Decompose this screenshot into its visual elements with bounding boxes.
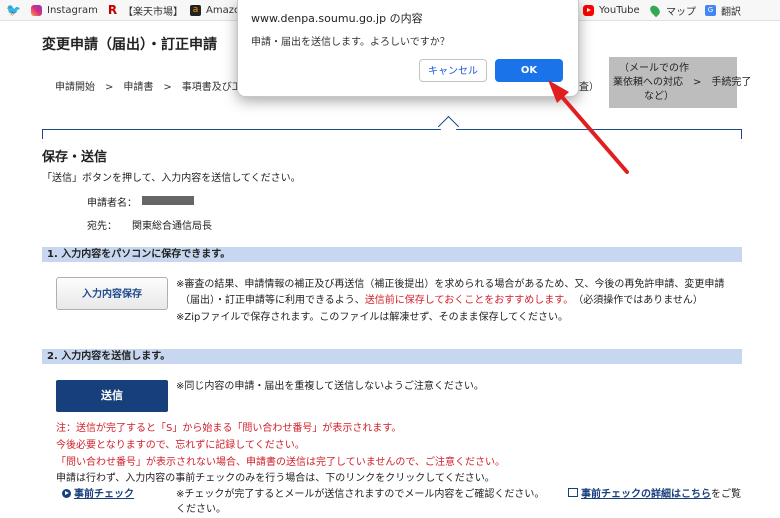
panel-border xyxy=(741,129,742,139)
section-title: 保存・送信 xyxy=(42,150,108,165)
send-section-header: 2. 入力内容を送信します。 xyxy=(42,349,742,364)
bookmark-label: YouTube xyxy=(599,4,640,16)
bookmark-label: 翻訳 xyxy=(721,6,741,18)
progress-step-fragment: 査） xyxy=(579,82,599,93)
dialog-ok-button[interactable]: OK xyxy=(495,59,563,82)
arrow-right-icon xyxy=(62,489,71,498)
rakuten-icon: R xyxy=(107,2,118,17)
destination-value: 関東総合通信局長 xyxy=(132,221,212,232)
send-warning: 注：送信が完了すると「S」から始まる「問い合わせ番号」が表示されます。 xyxy=(56,423,402,434)
step-line: （メールでの作 xyxy=(619,63,689,74)
bookmark-label: マップ xyxy=(666,6,696,18)
bookmark-label: 【楽天市場】 xyxy=(123,6,183,18)
save-note-part: （必須操作ではありません） xyxy=(578,295,703,306)
precheck-link-row: 事前チェック xyxy=(62,488,134,502)
bookmark-translate[interactable]: G 翻訳 xyxy=(705,3,741,18)
step-line: など） xyxy=(644,91,674,102)
save-recommendation: 送信前に保存しておくことをおすすめします。 xyxy=(364,295,569,306)
save-note: ※審査の結果、申請情報の補正及び再送信（補正後提出）を求められる場合があるため、… xyxy=(176,279,725,290)
instagram-icon xyxy=(31,4,42,16)
dialog-message: 申請・届出を送信します。よろしいですか？ xyxy=(251,37,450,48)
destination-label: 宛先： xyxy=(87,221,117,232)
save-note: ※Zipファイルで保存されます。このファイルは解凍せず、そのまま保存してください… xyxy=(176,312,569,323)
twitter-icon: 🐦 xyxy=(6,2,21,17)
save-note: （届出）・訂正申請等に利用できるよう、送信前に保存しておくことをおすすめします。… xyxy=(180,294,703,308)
panel-border xyxy=(42,129,43,139)
precheck-link[interactable]: 事前チェック xyxy=(74,489,134,500)
youtube-icon xyxy=(583,4,594,16)
send-button[interactable]: 送信 xyxy=(56,380,168,412)
details-suffix: をご覧 xyxy=(711,489,741,500)
send-note: ※同じ内容の申請・届出を重複して送信しないようご注意ください。 xyxy=(176,381,484,392)
amazon-icon: a xyxy=(190,4,201,16)
translate-icon: G xyxy=(705,4,716,16)
bookmark-youtube[interactable]: YouTube xyxy=(583,3,640,17)
maps-icon xyxy=(648,3,662,17)
step-line: 業依頼への対応 > 手続完了 xyxy=(613,77,752,88)
page-title: 変更申請（届出）・訂正申請 xyxy=(42,37,217,53)
save-section-header: 1. 入力内容をパソコンに保存できます。 xyxy=(42,247,742,262)
bookmark-instagram[interactable]: Instagram xyxy=(31,3,98,17)
applicant-label: 申請者名： xyxy=(87,198,137,209)
bookmark-twitter[interactable]: 🐦 xyxy=(6,3,22,17)
step-pointer-notch xyxy=(437,115,460,138)
precheck-note: ※チェックが完了するとメールが送信されますのでメール内容をご確認ください。 xyxy=(176,489,545,500)
send-warning: 今後必要となりますので、忘れずに記録してください。 xyxy=(56,440,305,451)
bookmark-rakuten[interactable]: R 【楽天市場】 xyxy=(107,2,183,18)
bookmark-label: Instagram xyxy=(47,4,98,16)
dialog-cancel-button[interactable]: キャンセル xyxy=(419,59,487,82)
panel-border xyxy=(42,129,742,130)
dialog-title: www.denpa.soumu.go.jp の内容 xyxy=(251,12,423,25)
details-link-row: 事前チェックの詳細はこちらをご覧 xyxy=(568,488,741,502)
external-window-icon xyxy=(568,488,578,497)
progress-step-current: （メールでの作 業依頼への対応 > 手続完了 など） xyxy=(609,57,751,108)
redacted-applicant-name xyxy=(142,196,194,205)
send-warning: 「問い合わせ番号」が表示されない場合、申請書の送信は完了していませんので、ご注意… xyxy=(56,457,505,468)
section-description: 「送信」ボタンを押して、入力内容を送信してください。 xyxy=(42,173,301,184)
precheck-instruction: 申請は行わず、入力内容の事前チェックのみを行う場合は、下のリンクをクリックしてく… xyxy=(56,473,495,484)
save-input-button[interactable]: 入力内容保存 xyxy=(56,277,168,310)
confirm-dialog: www.denpa.soumu.go.jp の内容 申請・届出を送信します。よろ… xyxy=(237,0,579,97)
progress-steps: 申請開始 > 申請書 > 事項書及び工事 xyxy=(55,82,252,93)
precheck-note-cont: ください。 xyxy=(176,504,226,515)
save-note-part: （届出）・訂正申請等に利用できるよう、 xyxy=(180,295,365,306)
bookmark-maps[interactable]: マップ xyxy=(648,3,696,18)
precheck-details-link[interactable]: 事前チェックの詳細はこちら xyxy=(581,489,711,500)
